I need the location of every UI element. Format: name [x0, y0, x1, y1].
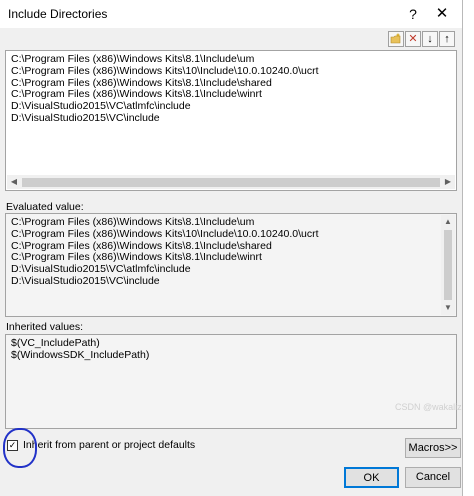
move-down-button[interactable]: ↓ [422, 31, 438, 47]
ok-button[interactable]: OK [344, 467, 399, 488]
scrollbar-thumb[interactable] [444, 230, 452, 300]
watermark-text: CSDN @wakaliz [395, 402, 462, 412]
scrollbar-thumb[interactable] [22, 178, 440, 187]
include-directories-dialog: Include Directories ? ✕ ✕ ↓ ↑ C:\Program… [0, 0, 463, 496]
help-button[interactable]: ? [403, 4, 423, 24]
inherited-values-lines: $(VC_IncludePath) $(WindowsSDK_IncludePat… [11, 337, 150, 362]
evaluated-value-label: Evaluated value: [6, 201, 84, 213]
window-title: Include Directories [8, 7, 108, 21]
vertical-scrollbar[interactable]: ▲ ▼ [441, 215, 455, 315]
list-item: C:\Program Files (x86)\Windows Kits\10\I… [11, 227, 319, 240]
delete-line-button[interactable]: ✕ [405, 31, 421, 47]
horizontal-scrollbar[interactable]: ◀ ▶ [7, 175, 455, 189]
evaluated-value-lines: C:\Program Files (x86)\Windows Kits\8.1\… [11, 216, 319, 288]
scroll-up-icon[interactable]: ▲ [441, 215, 455, 229]
inherit-checkbox-label[interactable]: Inherit from parent or project defaults [23, 439, 195, 451]
inherited-values-box: $(VC_IncludePath) $(WindowsSDK_IncludePat… [5, 334, 457, 429]
list-item: $(WindowsSDK_IncludePath) [11, 348, 150, 361]
close-button[interactable]: ✕ [430, 3, 454, 25]
title-bar: Include Directories ? ✕ [0, 0, 462, 28]
new-folder-icon [390, 33, 401, 44]
list-item: D:\VisualStudio2015\VC\include [11, 274, 160, 287]
arrow-down-icon: ↓ [427, 33, 433, 45]
list-item[interactable]: D:\VisualStudio2015\VC\include [11, 112, 319, 125]
evaluated-value-box: C:\Program Files (x86)\Windows Kits\8.1\… [5, 213, 457, 317]
scroll-left-icon[interactable]: ◀ [7, 175, 21, 189]
include-directories-list[interactable]: C:\Program Files (x86)\Windows Kits\8.1\… [5, 50, 457, 191]
include-directories-lines: C:\Program Files (x86)\Windows Kits\8.1\… [11, 53, 319, 125]
arrow-up-icon: ↑ [444, 33, 450, 45]
delete-icon: ✕ [408, 33, 418, 45]
background-window [463, 0, 474, 496]
move-up-button[interactable]: ↑ [439, 31, 455, 47]
scroll-right-icon[interactable]: ▶ [441, 175, 455, 189]
list-item[interactable]: C:\Program Files (x86)\Windows Kits\10\I… [11, 65, 319, 78]
annotation-circle [3, 428, 37, 468]
inherited-values-label: Inherited values: [6, 321, 84, 333]
new-line-button[interactable] [388, 31, 404, 47]
scroll-down-icon[interactable]: ▼ [441, 301, 455, 315]
cancel-button[interactable]: Cancel [405, 467, 461, 488]
macros-button[interactable]: Macros>> [405, 438, 461, 458]
